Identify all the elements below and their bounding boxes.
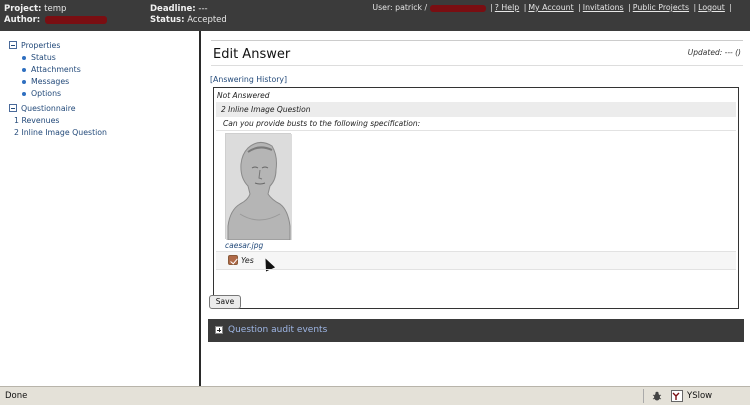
status-field: Status: Accepted (150, 14, 227, 26)
browser-status-bar: Done YSlow (0, 386, 750, 405)
sidebar-item-properties[interactable]: Properties (21, 41, 60, 51)
save-button[interactable]: Save (209, 295, 241, 309)
my-account-link[interactable]: My Account (528, 3, 573, 12)
author-label: Author: (4, 15, 41, 25)
top-header: Project: temp Author: Deadline: --- Stat… (0, 0, 750, 31)
collapse-properties-icon[interactable] (9, 41, 17, 49)
yslow-label[interactable]: YSlow (687, 391, 712, 401)
question-audit-events-panel[interactable]: Question audit events (208, 319, 744, 342)
bullet-icon (22, 80, 26, 84)
expand-icon[interactable] (215, 326, 223, 334)
caesar-bust-image (225, 133, 292, 241)
status-text: Done (5, 391, 28, 401)
divider (216, 130, 736, 131)
author-redaction (44, 15, 107, 24)
sidebar: Properties Status Attachments Messages O… (0, 31, 201, 386)
answer-status: Not Answered (217, 91, 270, 100)
page-title: Edit Answer (213, 47, 291, 62)
bullet-icon (22, 56, 26, 60)
image-caption-link[interactable]: caesar.jpg (225, 241, 263, 250)
project-value: temp (44, 4, 67, 14)
help-link[interactable]: ? Help (495, 3, 519, 12)
divider (211, 65, 743, 66)
project-label: Project: (4, 4, 42, 14)
sidebar-item-options[interactable]: Options (31, 89, 61, 99)
sidebar-item-question-1[interactable]: 1 Revenues (14, 116, 59, 126)
question-text: Can you provide busts to the following s… (223, 119, 421, 128)
invitations-link[interactable]: Invitations (583, 3, 624, 12)
yslow-icon[interactable] (671, 390, 683, 402)
user-redaction (429, 4, 486, 12)
divider (643, 389, 644, 403)
updated-text: Updated: --- () (687, 48, 741, 57)
audit-events-label[interactable]: Question audit events (228, 325, 327, 335)
firebug-icon[interactable] (652, 391, 662, 401)
author-field: Author: (4, 14, 107, 26)
sidebar-item-question-2[interactable]: 2 Inline Image Question (14, 128, 107, 138)
sidebar-item-status[interactable]: Status (31, 53, 56, 63)
deadline-value: --- (198, 4, 208, 14)
public-projects-link[interactable]: Public Projects (633, 3, 689, 12)
question-heading: 2 Inline Image Question (216, 102, 736, 117)
status-label: Status: (150, 15, 185, 25)
bust-icon (226, 134, 292, 241)
main-content: Edit Answer Updated: --- () [Answering H… (203, 31, 750, 386)
sidebar-item-attachments[interactable]: Attachments (31, 65, 81, 75)
divider (211, 40, 743, 41)
sidebar-item-questionnaire[interactable]: Questionnaire (21, 104, 76, 114)
user-label: User: patrick / (372, 3, 428, 12)
logout-link[interactable]: Logout (698, 3, 725, 12)
deadline-label: Deadline: (150, 4, 196, 14)
answer-panel: Not Answered 2 Inline Image Question Can… (213, 87, 739, 309)
yes-label: Yes (241, 256, 254, 265)
user-links: User: patrick / |? Help | My Account | Inv… (372, 3, 732, 12)
yes-checkbox[interactable] (228, 255, 238, 265)
bullet-icon (22, 92, 26, 96)
answering-history-link[interactable]: [Answering History] (210, 75, 287, 84)
answer-option-row: Yes (216, 252, 736, 272)
status-value: Accepted (187, 15, 227, 25)
sidebar-item-messages[interactable]: Messages (31, 77, 69, 87)
collapse-questionnaire-icon[interactable] (9, 104, 17, 112)
bullet-icon (22, 68, 26, 72)
divider (216, 269, 736, 270)
